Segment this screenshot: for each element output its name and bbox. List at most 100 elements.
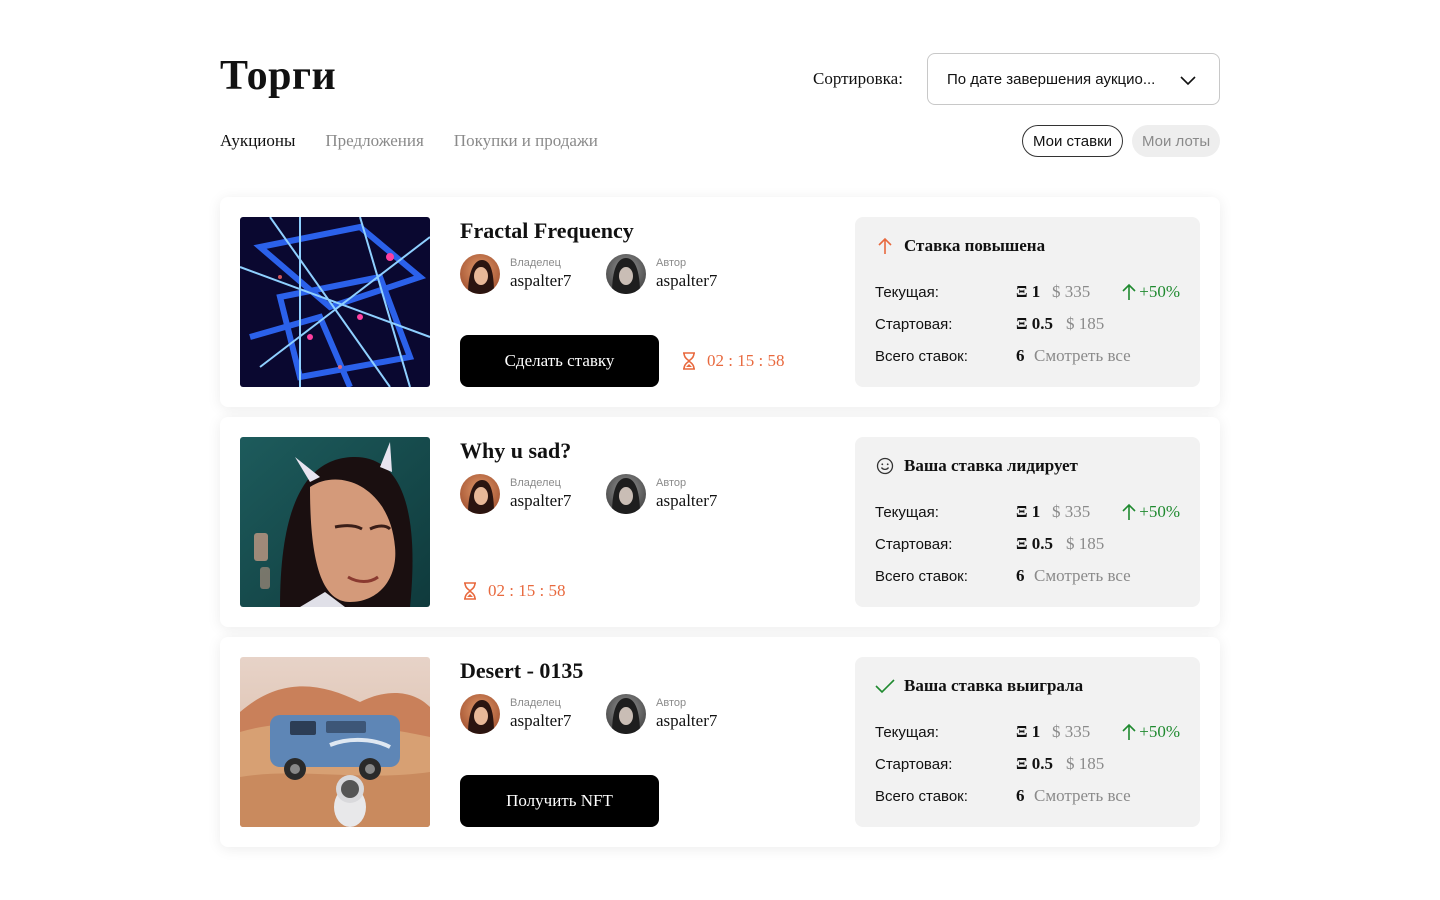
bid-summary: Ставка повышена Текущая: Ξ 1 $ 335 +50% … (855, 217, 1200, 387)
change: +50% (1122, 502, 1180, 522)
start-eth: Ξ 0.5 (1016, 754, 1054, 773)
nft-title[interactable]: Fractal Frequency (460, 218, 634, 244)
nft-title[interactable]: Desert - 0135 (460, 658, 583, 684)
view-all-link[interactable]: Смотреть все (1034, 566, 1131, 586)
view-all-link[interactable]: Смотреть все (1034, 346, 1131, 366)
page-title: Торги (220, 53, 337, 99)
avatar (606, 254, 646, 294)
start-bid-row: Стартовая: Ξ 0.5 $ 185 (875, 313, 1180, 335)
current-label: Текущая: (875, 503, 939, 521)
my-lots-toggle[interactable]: Мои лоты (1132, 125, 1221, 157)
current-eth: Ξ 1 (1016, 722, 1041, 741)
owner[interactable]: Владелец aspalter7 (460, 473, 571, 515)
bid-status-label: Ваша ставка выиграла (904, 676, 1084, 695)
bid-count: 6 (1016, 786, 1025, 805)
auction-timer: 02 : 15 : 58 (681, 351, 784, 371)
current-label: Текущая: (875, 723, 939, 741)
bid-status: Ставка повышена (875, 236, 1045, 256)
total-label: Всего ставок: (875, 567, 968, 585)
current-eth: Ξ 1 (1016, 282, 1041, 301)
bid-status-label: Ставка повышена (904, 236, 1046, 255)
avatar (460, 254, 500, 294)
bid-count: 6 (1016, 346, 1025, 365)
start-label: Стартовая: (875, 755, 953, 773)
smile-icon (875, 456, 895, 476)
nft-image[interactable] (240, 217, 430, 387)
hourglass-icon (464, 582, 476, 600)
author[interactable]: Автор aspalter7 (606, 473, 717, 515)
sort-label: Сортировка: (813, 69, 903, 88)
tab-auctions[interactable]: Аукционы (220, 131, 295, 151)
timer-value: 02 : 15 : 58 (707, 351, 785, 370)
start-eth: Ξ 0.5 (1016, 534, 1054, 553)
start-usd: $ 185 (1066, 314, 1105, 333)
auction-card: Fractal Frequency Владелец aspalter7 Авт… (220, 197, 1220, 407)
sort-select[interactable]: По дате завершения аукцио... (927, 53, 1220, 105)
auction-card: Why u sad? Владелец aspalter7 Автор aspa… (220, 417, 1220, 627)
total-bids-row: Всего ставок: 6 Смотреть все (875, 345, 1180, 367)
bid-count: 6 (1016, 566, 1025, 585)
change-value: +50% (1139, 282, 1180, 301)
owner[interactable]: Владелец aspalter7 (460, 253, 571, 295)
owner-role: Владелец (510, 257, 561, 269)
check-icon (875, 676, 895, 696)
owner-name: aspalter7 (510, 271, 572, 290)
author-role: Автор (656, 257, 687, 269)
arrow-up-icon (1122, 503, 1136, 520)
bid-summary: Ваша ставка выиграла Текущая: Ξ 1 $ 335 … (855, 657, 1200, 827)
current-label: Текущая: (875, 283, 939, 301)
auction-timer: 02 : 15 : 58 (462, 581, 565, 601)
author-role: Автор (656, 477, 687, 489)
author-name: aspalter7 (656, 491, 718, 510)
start-bid-row: Стартовая: Ξ 0.5 $ 185 (875, 533, 1180, 555)
change-value: +50% (1139, 502, 1180, 521)
author[interactable]: Автор aspalter7 (606, 693, 717, 735)
bid-status-label: Ваша ставка лидирует (904, 456, 1078, 475)
avatar (606, 694, 646, 734)
arrow-up-icon (1122, 283, 1136, 300)
view-all-link[interactable]: Смотреть все (1034, 786, 1131, 806)
start-eth: Ξ 0.5 (1016, 314, 1054, 333)
sort-select-value: По дате завершения аукцио... (947, 70, 1156, 88)
change: +50% (1122, 282, 1180, 302)
owner[interactable]: Владелец aspalter7 (460, 693, 571, 735)
current-bid-row: Текущая: Ξ 1 $ 335 +50% (875, 501, 1180, 523)
my-bids-toggle[interactable]: Мои ставки (1022, 125, 1124, 157)
author-name: aspalter7 (656, 271, 718, 290)
arrow-up-icon (875, 236, 895, 256)
start-bid-row: Стартовая: Ξ 0.5 $ 185 (875, 753, 1180, 775)
owner-name: aspalter7 (510, 491, 572, 510)
owner-name: aspalter7 (510, 711, 572, 730)
tabs: Аукционы Предложения Покупки и продажи (220, 131, 598, 151)
current-bid-row: Текущая: Ξ 1 $ 335 +50% (875, 281, 1180, 303)
chevron-down-icon (1180, 76, 1196, 86)
nft-image[interactable] (240, 437, 430, 607)
total-label: Всего ставок: (875, 347, 968, 365)
hourglass-icon (683, 352, 695, 370)
author[interactable]: Автор aspalter7 (606, 253, 717, 295)
avatar (460, 694, 500, 734)
start-label: Стартовая: (875, 315, 953, 333)
timer-value: 02 : 15 : 58 (488, 581, 566, 600)
avatar (606, 474, 646, 514)
bid-status: Ваша ставка выиграла (875, 676, 1083, 696)
nft-image[interactable] (240, 657, 430, 827)
nft-title[interactable]: Why u sad? (460, 438, 571, 464)
tab-offers[interactable]: Предложения (325, 131, 423, 151)
start-usd: $ 185 (1066, 754, 1105, 773)
total-bids-row: Всего ставок: 6 Смотреть все (875, 785, 1180, 807)
total-bids-row: Всего ставок: 6 Смотреть все (875, 565, 1180, 587)
author-name: aspalter7 (656, 711, 718, 730)
change-value: +50% (1139, 722, 1180, 741)
owner-role: Владелец (510, 697, 561, 709)
current-bid-row: Текущая: Ξ 1 $ 335 +50% (875, 721, 1180, 743)
current-usd: $ 335 (1052, 502, 1091, 521)
tab-purchases-sales[interactable]: Покупки и продажи (454, 131, 598, 151)
auction-card: Desert - 0135 Владелец aspalter7 Автор a… (220, 637, 1220, 847)
start-label: Стартовая: (875, 535, 953, 553)
get-nft-button[interactable]: Получить NFT (460, 775, 659, 827)
place-bid-button[interactable]: Сделать ставку (460, 335, 659, 387)
change: +50% (1122, 722, 1180, 742)
owner-role: Владелец (510, 477, 561, 489)
arrow-up-icon (1122, 723, 1136, 740)
